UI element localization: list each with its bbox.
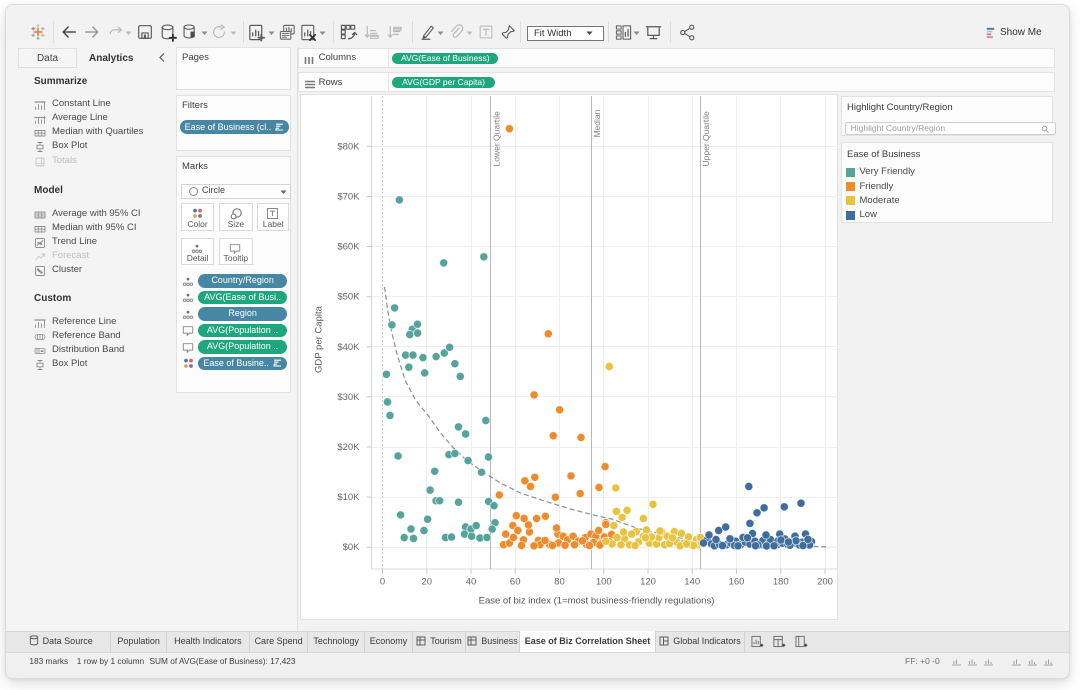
- svg-text:$30K: $30K: [337, 392, 360, 403]
- svg-text:$0K: $0K: [342, 542, 360, 553]
- svg-text:120: 120: [640, 577, 656, 588]
- svg-text:$60K: $60K: [337, 242, 360, 253]
- svg-text:$10K: $10K: [337, 492, 360, 503]
- svg-text:20: 20: [421, 577, 432, 588]
- svg-text:80: 80: [554, 577, 565, 588]
- svg-text:180: 180: [772, 577, 788, 588]
- svg-text:60: 60: [509, 577, 520, 588]
- svg-text:$50K: $50K: [337, 292, 360, 303]
- svg-text:140: 140: [684, 577, 700, 588]
- svg-text:Median: Median: [592, 109, 602, 137]
- svg-text:160: 160: [728, 577, 744, 588]
- svg-text:$70K: $70K: [337, 192, 360, 203]
- svg-text:$40K: $40K: [337, 342, 360, 353]
- svg-text:100: 100: [595, 577, 611, 588]
- svg-text:0: 0: [379, 577, 384, 588]
- svg-text:GDP per Capita: GDP per Capita: [313, 305, 324, 373]
- svg-text:40: 40: [465, 577, 476, 588]
- svg-text:200: 200: [817, 577, 833, 588]
- svg-text:$20K: $20K: [337, 442, 360, 453]
- svg-text:Ease of biz index (1=most busi: Ease of biz index (1=most business-frien…: [478, 596, 714, 607]
- svg-text:Upper Quartile: Upper Quartile: [701, 111, 711, 167]
- svg-text:Lower Quartile: Lower Quartile: [491, 111, 501, 167]
- svg-text:$80K: $80K: [337, 141, 360, 152]
